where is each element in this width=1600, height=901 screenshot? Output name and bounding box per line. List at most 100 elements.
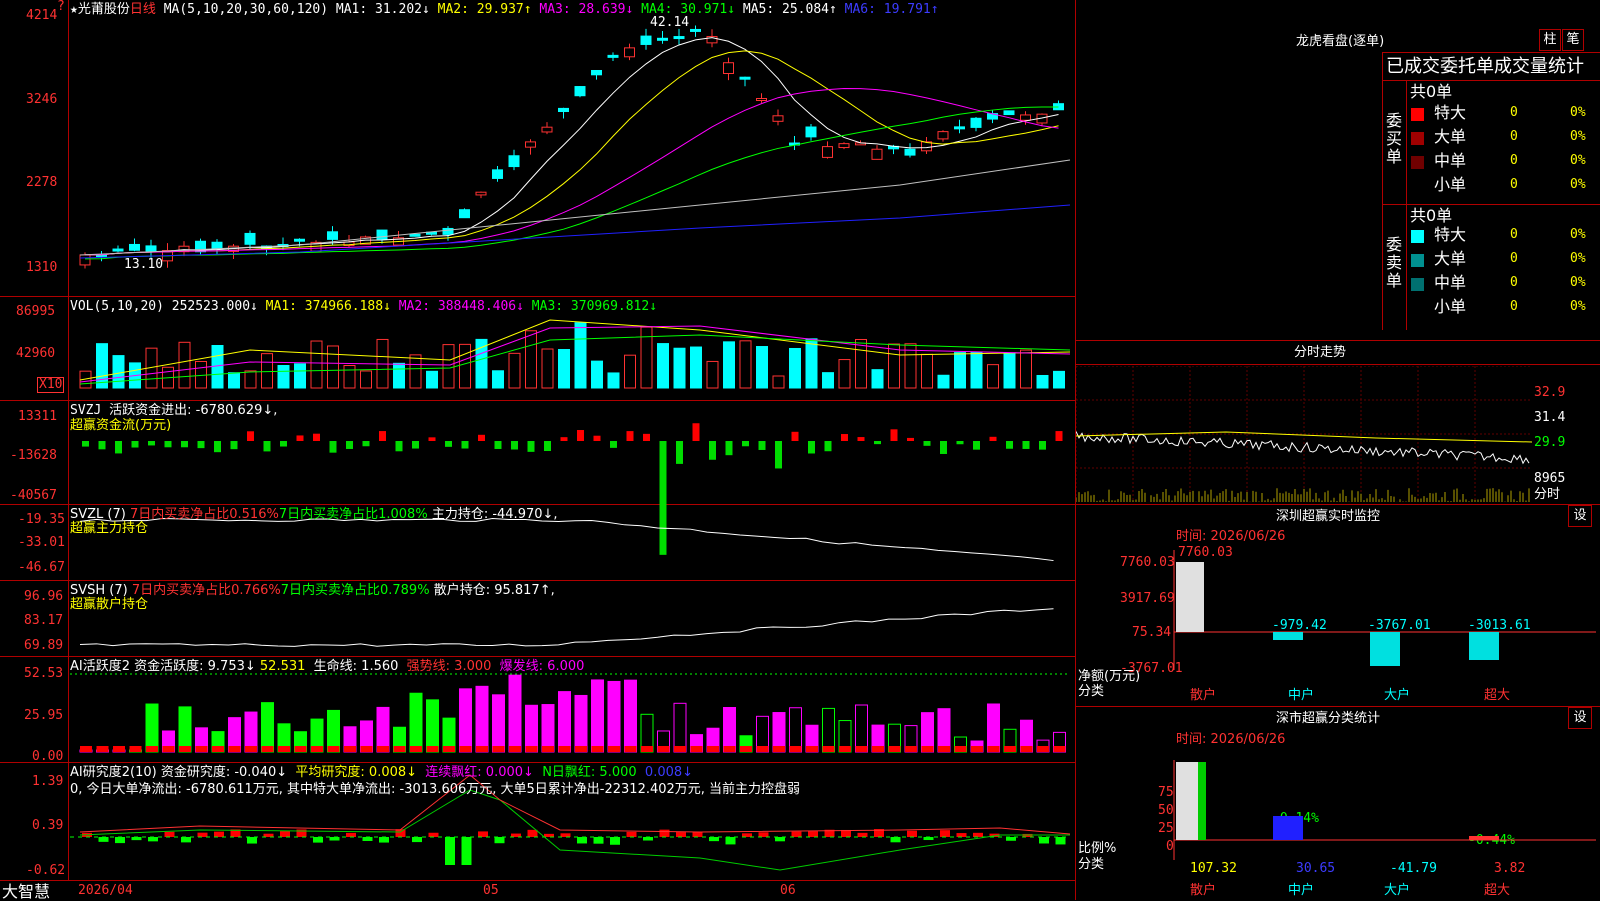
tick-mode-button[interactable]: 笔 bbox=[1562, 29, 1584, 51]
activity-bar bbox=[327, 709, 340, 753]
class-settings-button[interactable]: 设 bbox=[1568, 707, 1592, 729]
activity-base bbox=[954, 746, 967, 752]
monitor-bar-dahu bbox=[1370, 632, 1400, 666]
research-bar bbox=[313, 837, 323, 843]
buy-swatch-3 bbox=[1411, 180, 1424, 193]
activity-base bbox=[344, 746, 356, 752]
buy-row-name-3: 小单 bbox=[1434, 175, 1467, 194]
candle-body bbox=[970, 117, 982, 128]
candle-body bbox=[805, 126, 817, 138]
volume-bar bbox=[789, 347, 801, 389]
volume-bar bbox=[475, 338, 488, 389]
research-bar bbox=[626, 831, 637, 837]
sell-row-pct-1: 0% bbox=[1570, 251, 1586, 266]
candle-body bbox=[838, 143, 850, 149]
ma3-value: MA3: 28.639↓ bbox=[539, 2, 634, 17]
candle-body bbox=[739, 76, 751, 80]
candle-body bbox=[657, 37, 668, 41]
sell-row-pct-0: 0% bbox=[1570, 227, 1586, 242]
volume-bar bbox=[723, 341, 735, 389]
svzj-bar bbox=[98, 441, 106, 450]
svzj-bar bbox=[841, 434, 848, 441]
buy-swatch-0 bbox=[1411, 108, 1424, 121]
svzj-bar bbox=[82, 441, 89, 447]
candle-body bbox=[145, 245, 157, 252]
svzj-bar bbox=[197, 441, 205, 449]
research-bar bbox=[181, 837, 191, 843]
activity-base bbox=[377, 746, 389, 752]
sell-swatch-1 bbox=[1411, 254, 1424, 267]
svzj-bar bbox=[148, 441, 155, 446]
volume-bar bbox=[921, 353, 933, 389]
header-marker: ? bbox=[57, 0, 65, 14]
monitor-title: 深圳超赢实时监控 bbox=[1276, 509, 1381, 524]
activity-bar bbox=[426, 699, 439, 753]
volume-bar bbox=[591, 360, 603, 389]
research-bar bbox=[115, 837, 125, 844]
monitor-ylabel: 净额(万元) bbox=[1078, 669, 1141, 684]
research-bar bbox=[247, 837, 257, 844]
buy-total: 共0单 bbox=[1410, 82, 1453, 101]
bar-mode-button[interactable]: 柱 bbox=[1539, 29, 1561, 51]
svzj-bar bbox=[692, 423, 700, 441]
monitor-settings-button[interactable]: 设 bbox=[1568, 505, 1592, 527]
research-bar bbox=[940, 830, 950, 837]
activity-bar bbox=[822, 707, 835, 753]
svzj-bar bbox=[560, 437, 568, 441]
volume-bar bbox=[360, 370, 372, 389]
research-bar bbox=[379, 837, 389, 843]
research-bar bbox=[610, 837, 620, 845]
sell-swatch-3 bbox=[1411, 302, 1424, 315]
buy-swatch-2 bbox=[1411, 156, 1424, 169]
star-icon[interactable]: ★ bbox=[70, 2, 78, 17]
class-ylabel: 比例% bbox=[1078, 841, 1117, 856]
volume-bar bbox=[178, 341, 191, 389]
candle-body bbox=[327, 231, 338, 240]
sell-row-pct-3: 0% bbox=[1570, 299, 1586, 314]
activity-base bbox=[690, 746, 703, 752]
svzj-bar bbox=[956, 441, 964, 445]
chart-canvas[interactable] bbox=[0, 0, 1076, 880]
svzj-bar bbox=[395, 441, 403, 452]
candle-body bbox=[508, 155, 520, 168]
volume-bar bbox=[690, 346, 702, 389]
research-bar bbox=[593, 837, 604, 844]
svzj-bar bbox=[775, 441, 782, 469]
research-bar bbox=[511, 833, 521, 837]
period-label[interactable]: 日线 bbox=[130, 2, 156, 17]
sell-row-name-3: 小单 bbox=[1434, 297, 1467, 316]
sell-row-count-1: 0 bbox=[1510, 251, 1518, 266]
volume-bar bbox=[706, 360, 719, 389]
activity-bar bbox=[624, 679, 637, 753]
volume-bar bbox=[1003, 352, 1016, 389]
svzj-bar bbox=[973, 441, 980, 450]
activity-bar bbox=[673, 702, 687, 753]
activity-bar bbox=[607, 680, 621, 753]
activity-base bbox=[542, 746, 554, 752]
candle-body bbox=[492, 169, 503, 179]
volume-bar bbox=[673, 347, 686, 389]
fenshi-y-3: 29.9 bbox=[1534, 435, 1566, 450]
volume-bar bbox=[838, 359, 851, 389]
class-val-4: 3.82 bbox=[1494, 861, 1526, 876]
fenshi-chart[interactable] bbox=[1076, 366, 1532, 502]
candle-body bbox=[574, 86, 586, 97]
svzj-bar bbox=[857, 437, 865, 441]
svzj-bar bbox=[725, 441, 733, 456]
activity-base bbox=[905, 746, 917, 752]
svzj-bar bbox=[742, 441, 749, 447]
volume-bar bbox=[871, 369, 884, 389]
volume-bar bbox=[294, 363, 306, 389]
svzl-header: SVZL (7) 7日内买卖净占比0.516%7日内买卖净占比1.008% 主力… bbox=[70, 507, 558, 522]
svzj-bar bbox=[643, 433, 650, 441]
class-bar-sanhu-edge bbox=[1198, 762, 1206, 840]
candle-body bbox=[723, 62, 734, 75]
activity-bar bbox=[475, 685, 489, 753]
activity-base bbox=[773, 746, 785, 752]
activity-base bbox=[839, 746, 851, 752]
volume-bar bbox=[888, 343, 900, 389]
sell-row-count-3: 0 bbox=[1510, 299, 1518, 314]
class-val-1: 107.32 bbox=[1190, 861, 1237, 876]
volume-bar bbox=[1036, 374, 1049, 389]
chart-area[interactable]: 4214 3246 2278 1310 86995 42960 X10 1331… bbox=[0, 0, 1076, 901]
